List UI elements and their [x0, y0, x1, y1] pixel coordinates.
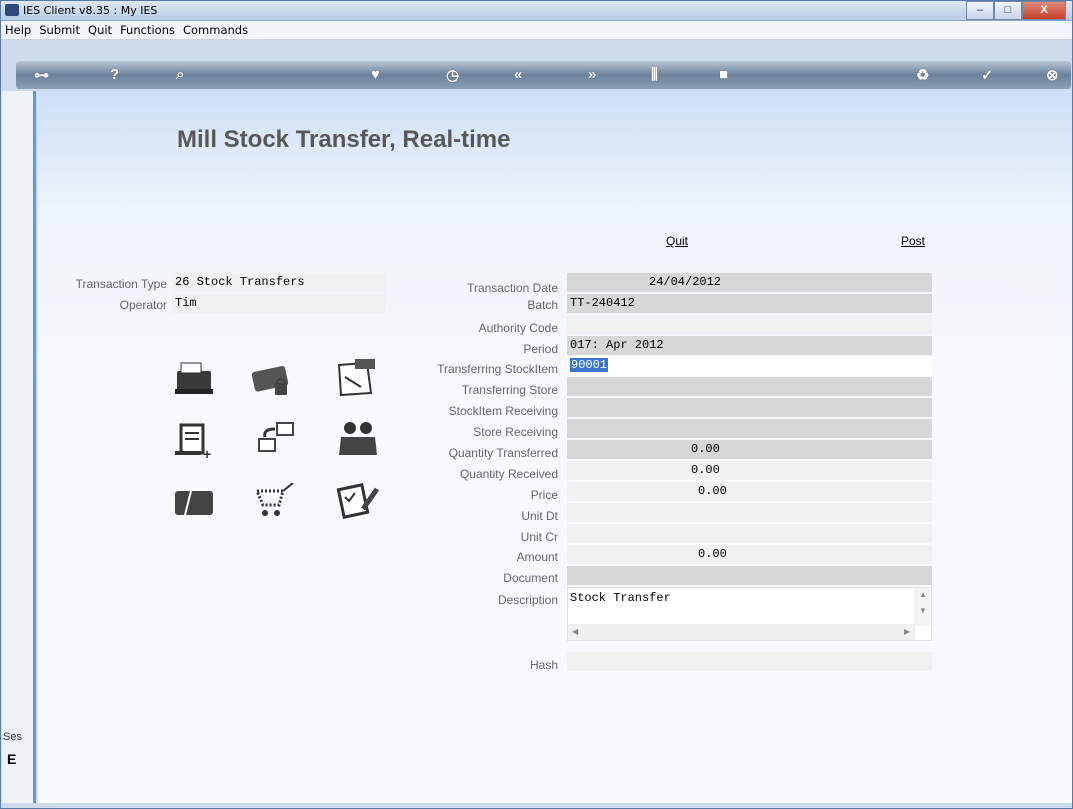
transferring-stockitem-selection: 90001	[570, 358, 609, 372]
scroll-down-icon[interactable]: ▼	[919, 606, 927, 615]
forward-icon[interactable]: »	[588, 66, 596, 83]
unit-cr-field[interactable]	[567, 524, 932, 543]
transaction-date-field[interactable]: 24/04/2012	[567, 273, 932, 292]
rewind-icon[interactable]: «	[514, 66, 522, 83]
transaction-date-label: Transaction Date	[467, 281, 558, 295]
scroll-up-icon[interactable]: ▲	[919, 590, 927, 599]
scroll-right-icon[interactable]: ▶	[904, 627, 910, 636]
toolbar-close-icon[interactable]: ⊗	[1046, 66, 1059, 84]
checklist-edit-icon[interactable]	[335, 481, 381, 521]
transferring-store-field[interactable]	[567, 377, 932, 396]
app-icon	[5, 4, 19, 16]
period-field[interactable]: 017: Apr 2012	[567, 336, 932, 355]
menu-submit[interactable]: Submit	[35, 21, 84, 37]
window-title: IES Client v8.35 : My IES	[23, 4, 158, 17]
svg-text:+: +	[203, 446, 211, 461]
quantity-transferred-label: Quantity Transferred	[448, 446, 558, 460]
users-icon[interactable]	[335, 419, 381, 459]
minimize-button[interactable]: –	[966, 1, 994, 20]
maximize-button[interactable]: □	[994, 1, 1022, 20]
document-label: Document	[503, 571, 558, 585]
clock-icon[interactable]: ◷	[446, 66, 459, 84]
document-field[interactable]	[567, 566, 932, 585]
menu-quit[interactable]: Quit	[84, 21, 116, 37]
page-title: Mill Stock Transfer, Real-time	[177, 126, 511, 153]
search-icon[interactable]: ⌕	[176, 66, 184, 83]
batch-label: Batch	[527, 298, 558, 312]
recycle-icon[interactable]: ♻	[916, 66, 929, 84]
transaction-type-field[interactable]: 26 Stock Transfers	[172, 273, 385, 292]
scroll-left-icon[interactable]: ◀	[572, 627, 578, 636]
stockitem-receiving-label: StockItem Receiving	[448, 404, 558, 418]
close-window-button[interactable]: X	[1022, 1, 1066, 20]
session-label: Ses	[3, 731, 22, 743]
quit-link[interactable]: Quit	[666, 234, 688, 248]
shopping-cart-icon[interactable]	[253, 483, 299, 523]
add-receipt-icon[interactable]: +	[171, 421, 217, 461]
operator-field[interactable]: Tim	[172, 294, 385, 313]
amount-label: Amount	[516, 550, 558, 564]
menu-commands[interactable]: Commands	[179, 21, 252, 37]
hash-field[interactable]	[567, 652, 932, 671]
price-label: Price	[530, 488, 558, 502]
quantity-transferred-field[interactable]: 0.00	[567, 440, 932, 459]
period-label: Period	[523, 342, 558, 356]
tools-icon[interactable]: ⫼	[651, 66, 658, 83]
help-icon[interactable]: ?	[110, 66, 119, 83]
status-bar	[2, 803, 1072, 808]
hash-label: Hash	[529, 658, 558, 672]
toolbar: ⊶ ? ⌕ ♥ ◷ « » ⫼ ■ ♻ ✓ ⊗	[16, 61, 1071, 89]
card-payment-icon[interactable]	[249, 361, 295, 401]
stop-icon[interactable]: ■	[719, 66, 728, 83]
menu-bar: Help Submit Quit Functions Commands	[1, 21, 1072, 40]
transfer-screen-icon[interactable]	[253, 419, 299, 459]
transaction-type-label: Transaction Type	[75, 277, 167, 291]
menu-help[interactable]: Help	[1, 21, 35, 37]
check-icon[interactable]: ✓	[981, 66, 994, 84]
quantity-received-field[interactable]: 0.00	[567, 461, 932, 480]
document-stamp-icon[interactable]	[333, 357, 379, 397]
unit-dt-label: Unit Dt	[521, 509, 558, 523]
app-window: IES Client v8.35 : My IES – □ X Help Subm…	[0, 0, 1073, 809]
price-field[interactable]: 0.00	[567, 482, 932, 501]
description-label: Description	[497, 593, 558, 607]
transferring-stockitem-field[interactable]: 90001	[567, 356, 932, 375]
title-bar: IES Client v8.35 : My IES – □ X	[1, 1, 1072, 21]
transferring-store-label: Transferring Store	[461, 383, 558, 397]
authority-code-label: Authority Code	[478, 321, 558, 335]
store-receiving-label: Store Receiving	[473, 425, 558, 439]
operator-label: Operator	[119, 298, 167, 312]
description-text: Stock Transfer	[570, 591, 671, 605]
menu-functions[interactable]: Functions	[116, 21, 179, 37]
heart-icon[interactable]: ♥	[371, 66, 380, 83]
quantity-received-label: Quantity Received	[459, 467, 558, 481]
store-receiving-field[interactable]	[567, 419, 932, 438]
stockitem-receiving-field[interactable]	[567, 398, 932, 417]
unit-dt-field[interactable]	[567, 503, 932, 522]
post-link[interactable]: Post	[901, 234, 925, 248]
session-sidebar: Ses E	[2, 91, 36, 803]
batch-field[interactable]: TT-240412	[567, 294, 932, 313]
amount-field[interactable]: 0.00	[567, 545, 932, 564]
key-icon[interactable]: ⊶	[34, 66, 49, 84]
register-icon[interactable]	[171, 359, 217, 399]
authority-code-field[interactable]	[567, 315, 932, 334]
unit-cr-label: Unit Cr	[520, 530, 558, 544]
cards-icon[interactable]	[171, 483, 217, 523]
description-vertical-scrollbar[interactable]: ▲ ▼	[914, 588, 931, 626]
transferring-stockitem-label: Transferring StockItem	[437, 362, 558, 376]
description-horizontal-scrollbar[interactable]: ◀ ▶	[568, 624, 915, 640]
session-glyph: E	[7, 751, 17, 767]
description-textarea[interactable]: Stock Transfer ▲ ▼ ◀ ▶	[567, 587, 932, 641]
